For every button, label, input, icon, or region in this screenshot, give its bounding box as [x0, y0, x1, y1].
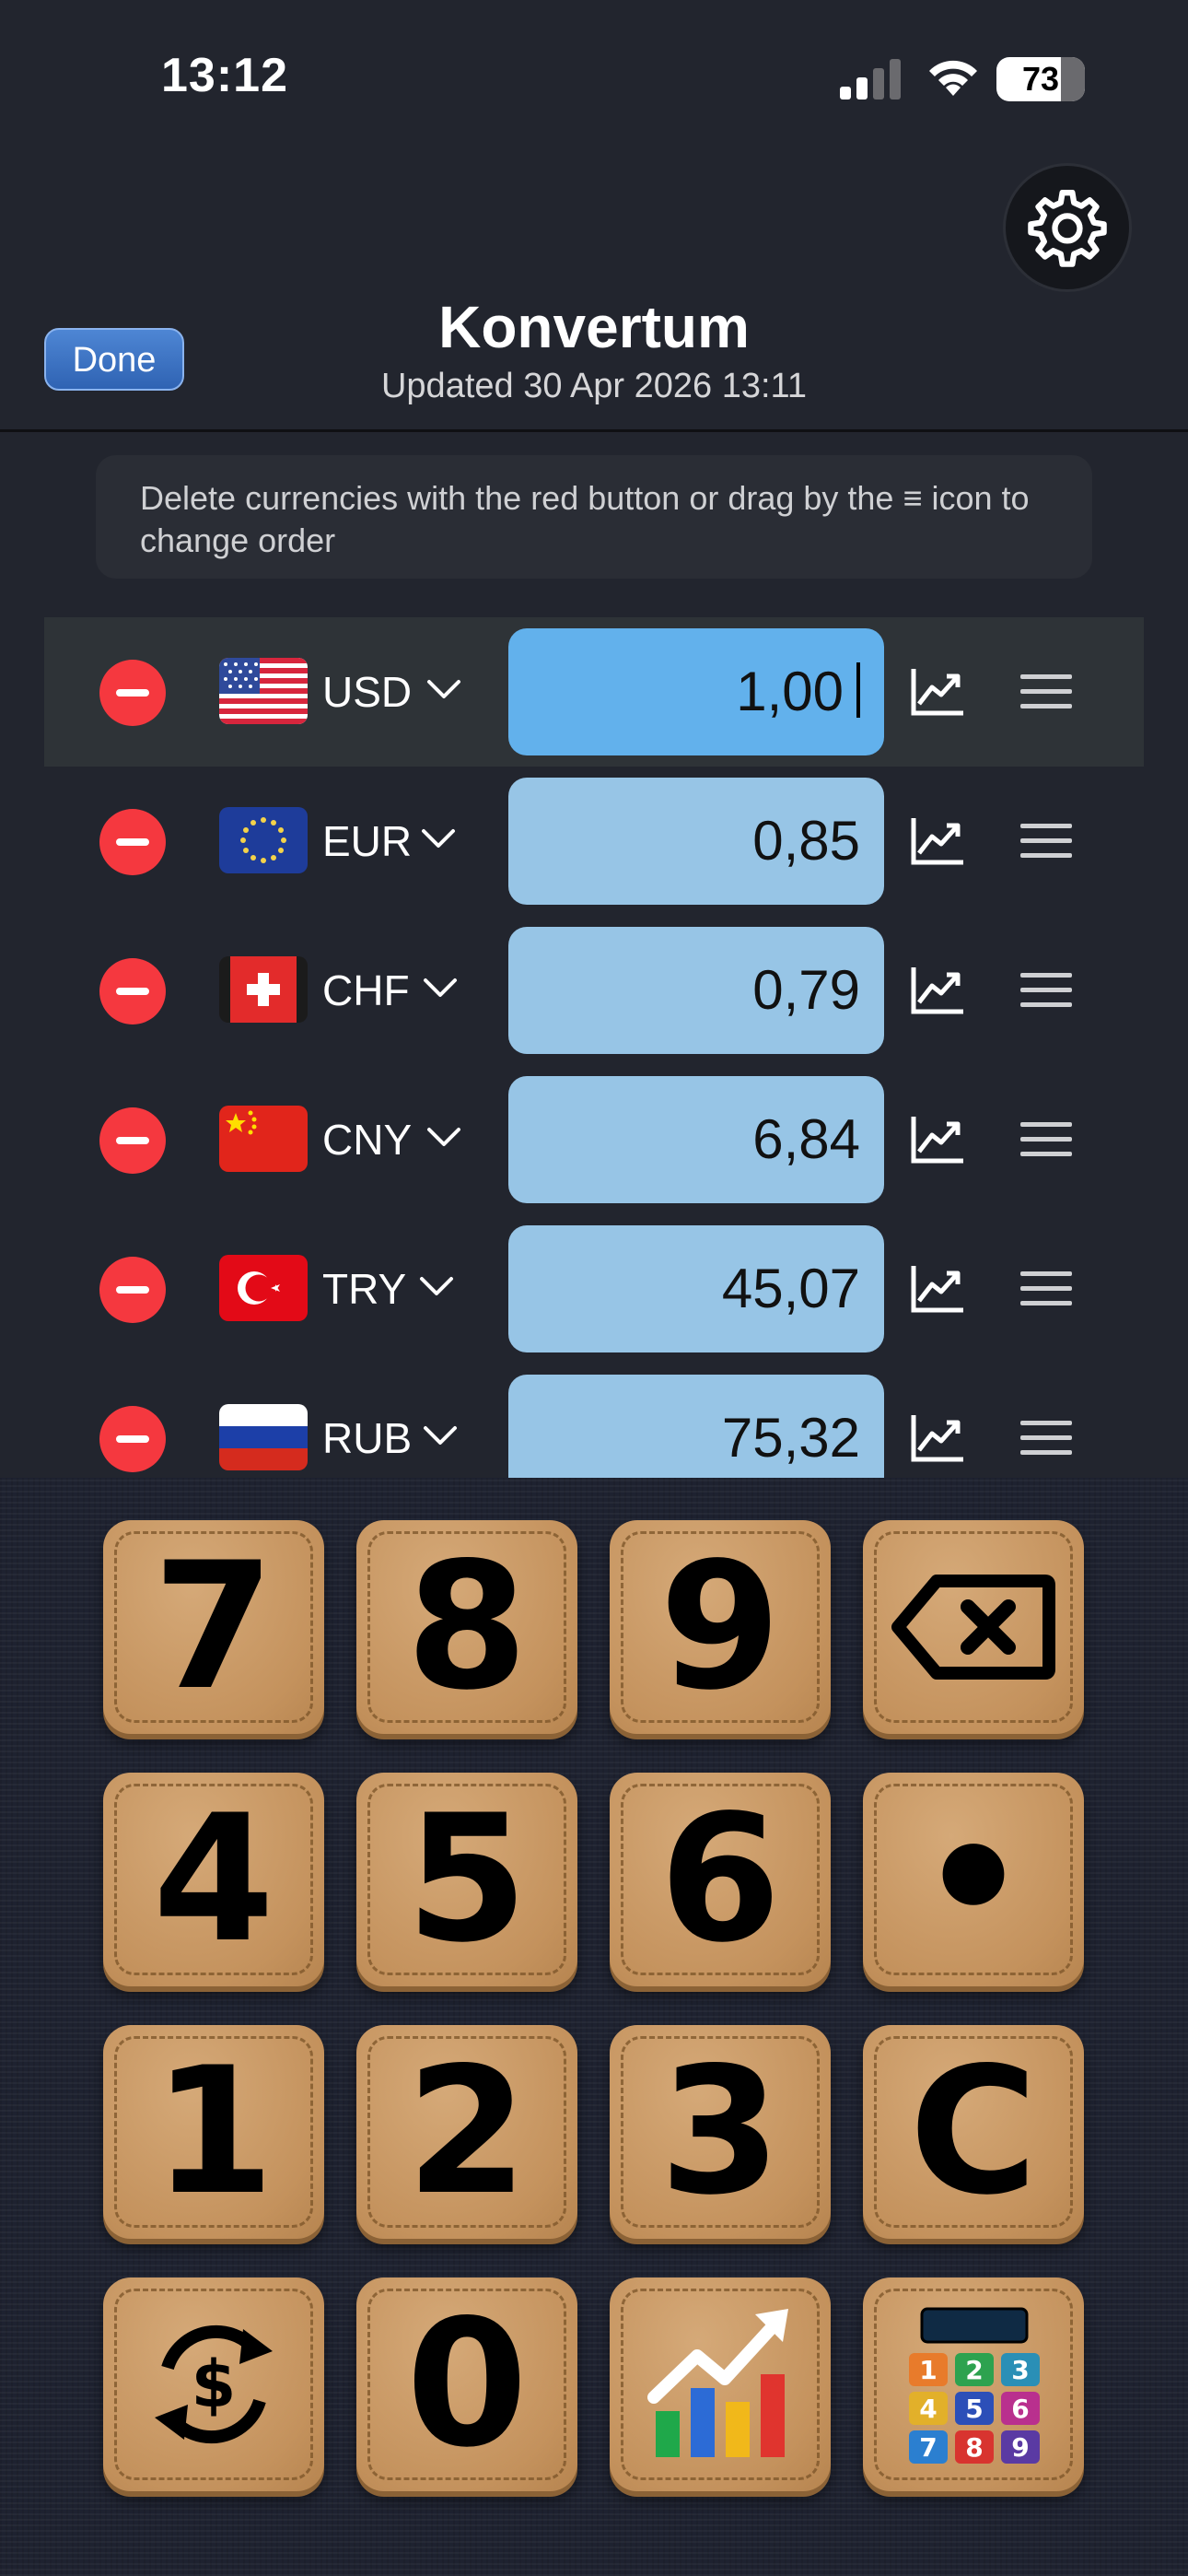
amount-input[interactable]: 75,32	[508, 1375, 884, 1478]
key-5[interactable]: 5	[356, 1773, 577, 1986]
gear-icon	[1028, 190, 1107, 267]
edit-instructions: Delete currencies with the red button or…	[96, 455, 1092, 579]
tr-flag-icon	[219, 1255, 308, 1321]
status-bar: 13:12 73	[0, 0, 1188, 157]
currency-row-rub[interactable]: RUB 75,32	[44, 1364, 1144, 1478]
currency-code[interactable]: TRY	[322, 1264, 406, 1314]
key-0[interactable]: 0	[356, 2277, 577, 2491]
key-charts[interactable]	[610, 2277, 831, 2491]
currency-code[interactable]: CHF	[322, 966, 410, 1015]
line-chart-icon[interactable]	[910, 665, 965, 717]
svg-text:6: 6	[1011, 2394, 1029, 2424]
status-time: 13:12	[161, 49, 288, 102]
calculator-icon: 1 2 3 4 5 6 7 8 9	[909, 2307, 1040, 2464]
app-title: Konvertum	[438, 294, 750, 360]
svg-text:9: 9	[1011, 2432, 1029, 2463]
line-chart-icon[interactable]	[910, 814, 965, 866]
currency-code[interactable]: EUR	[322, 816, 412, 866]
svg-text:2: 2	[965, 2355, 983, 2385]
delete-button[interactable]	[99, 1107, 166, 1174]
chevron-down-icon[interactable]	[425, 671, 462, 708]
battery-tip	[1077, 71, 1085, 88]
currency-row-try[interactable]: TRY 45,07	[44, 1214, 1144, 1364]
currency-list[interactable]: USD 1,00 EUR 0,85 CHF 0,79 CNY 6,84 TRY …	[0, 617, 1188, 1478]
ch-flag-icon	[219, 956, 308, 1023]
currency-code[interactable]: USD	[322, 667, 412, 717]
key-8[interactable]: 8	[356, 1520, 577, 1734]
key-clear[interactable]: C	[863, 2025, 1084, 2239]
key-6[interactable]: 6	[610, 1773, 831, 1986]
svg-text:5: 5	[965, 2394, 983, 2424]
svg-text:$: $	[192, 2347, 237, 2422]
currency-row-chf[interactable]: CHF 0,79	[44, 916, 1144, 1065]
chevron-down-icon[interactable]	[422, 1417, 459, 1454]
svg-text:8: 8	[965, 2432, 983, 2463]
currency-code[interactable]: CNY	[322, 1115, 412, 1165]
svg-text:4: 4	[919, 2394, 937, 2424]
text-cursor	[856, 662, 860, 718]
currency-row-eur[interactable]: EUR 0,85	[44, 767, 1144, 916]
key-calculator[interactable]: 1 2 3 4 5 6 7 8 9	[863, 2277, 1084, 2491]
currency-row-cny[interactable]: CNY 6,84	[44, 1065, 1144, 1214]
backspace-icon	[891, 1575, 1055, 1680]
currency-code[interactable]: RUB	[322, 1413, 412, 1463]
cellular-signal-icon	[840, 59, 901, 100]
wifi-icon	[929, 60, 977, 96]
delete-button[interactable]	[99, 1406, 166, 1472]
header-divider	[0, 429, 1188, 432]
ru-flag-icon	[219, 1404, 308, 1470]
amount-input[interactable]: 6,84	[508, 1076, 884, 1203]
chevron-down-icon[interactable]	[422, 969, 459, 1006]
amount-input[interactable]: 45,07	[508, 1225, 884, 1352]
cn-flag-icon	[219, 1106, 308, 1172]
key-4[interactable]: 4	[103, 1773, 324, 1986]
eu-flag-icon	[219, 807, 308, 873]
drag-handle-icon[interactable]	[1020, 1421, 1072, 1458]
drag-handle-icon[interactable]	[1020, 1271, 1072, 1308]
bar-chart-icon	[647, 2309, 788, 2457]
line-chart-icon[interactable]	[910, 1113, 965, 1165]
key-9[interactable]: 9	[610, 1520, 831, 1734]
updated-timestamp: Updated 30 Apr 2026 13:11	[380, 367, 807, 405]
svg-text:1: 1	[919, 2355, 937, 2385]
currency-exchange-icon: $	[155, 2324, 273, 2444]
delete-button[interactable]	[99, 958, 166, 1025]
delete-button[interactable]	[99, 1257, 166, 1323]
us-flag-icon	[219, 658, 308, 724]
key-2[interactable]: 2	[356, 2025, 577, 2239]
key-3[interactable]: 3	[610, 2025, 831, 2239]
svg-text:7: 7	[919, 2432, 937, 2463]
keypad: 7 8 9 4 5 6 • 1 2 3 C $ 0 1 2 3 4 5 6 7 …	[0, 1478, 1188, 2576]
key-decimal[interactable]: •	[863, 1773, 1084, 1986]
drag-handle-icon[interactable]	[1020, 1122, 1072, 1159]
amount-value: 1,00	[736, 661, 844, 722]
svg-text:3: 3	[1011, 2355, 1029, 2385]
amount-input[interactable]: 1,00	[508, 628, 884, 755]
chevron-down-icon[interactable]	[418, 1268, 455, 1305]
drag-handle-icon[interactable]	[1020, 674, 1072, 711]
drag-handle-icon[interactable]	[1020, 973, 1072, 1010]
delete-button[interactable]	[99, 809, 166, 875]
delete-button[interactable]	[99, 660, 166, 726]
chevron-down-icon[interactable]	[420, 820, 457, 857]
currency-row-usd[interactable]: USD 1,00	[44, 617, 1144, 767]
line-chart-icon[interactable]	[910, 1411, 965, 1463]
amount-input[interactable]: 0,79	[508, 927, 884, 1054]
chevron-down-icon[interactable]	[425, 1118, 462, 1155]
drag-handle-icon[interactable]	[1020, 824, 1072, 861]
key-backspace[interactable]	[863, 1520, 1084, 1734]
amount-input[interactable]: 0,85	[508, 778, 884, 905]
key-currency-exchange[interactable]: $	[103, 2277, 324, 2491]
line-chart-icon[interactable]	[910, 964, 965, 1015]
line-chart-icon[interactable]	[910, 1262, 965, 1314]
key-7[interactable]: 7	[103, 1520, 324, 1734]
key-1[interactable]: 1	[103, 2025, 324, 2239]
battery-level: 73	[1021, 60, 1060, 98]
battery-indicator: 73	[996, 57, 1085, 101]
settings-button[interactable]	[1006, 166, 1129, 289]
